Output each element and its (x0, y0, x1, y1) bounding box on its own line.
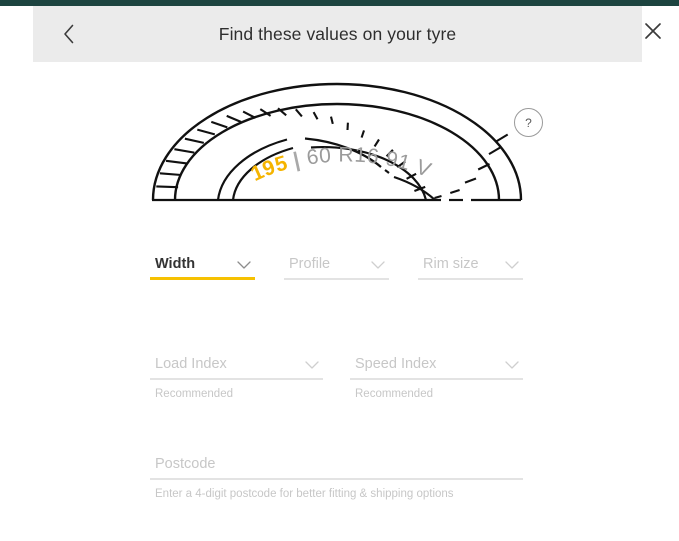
chevron-down-icon (305, 361, 319, 370)
postcode-label: Postcode (155, 456, 216, 472)
postcode-helper: Enter a 4-digit postcode for better fitt… (155, 488, 454, 500)
load-index-underline (150, 378, 323, 380)
load-index-label: Load Index (155, 356, 227, 372)
svg-text:195 | 60 R16 91 V: 195 | 60 R16 91 V (247, 143, 434, 186)
marking-width: 195 (247, 151, 290, 186)
rim-size-select[interactable]: Rim size (418, 252, 523, 280)
width-select[interactable]: Width (150, 252, 255, 280)
width-label: Width (155, 256, 196, 272)
load-index-helper: Recommended (155, 388, 233, 400)
rim-size-underline (418, 278, 523, 280)
speed-index-helper: Recommended (355, 388, 433, 400)
load-index-select[interactable]: Load Index Recommended (150, 352, 323, 400)
chevron-down-icon (237, 261, 251, 270)
width-underline (150, 277, 255, 280)
profile-underline (284, 278, 389, 280)
chevron-left-icon (63, 24, 75, 44)
speed-index-underline (350, 378, 523, 380)
chevron-down-icon (505, 361, 519, 370)
profile-label: Profile (289, 256, 331, 272)
close-icon (644, 22, 662, 40)
rim-size-label: Rim size (423, 256, 479, 272)
close-button[interactable] (638, 16, 668, 46)
speed-index-select[interactable]: Speed Index Recommended (350, 352, 523, 400)
chevron-down-icon (505, 261, 519, 270)
postcode-input[interactable]: Postcode Enter a 4-digit postcode for be… (150, 452, 523, 500)
help-button[interactable]: ? (514, 108, 543, 137)
back-button[interactable] (53, 18, 85, 50)
question-mark-icon: ? (525, 115, 532, 130)
speed-index-label: Speed Index (355, 356, 437, 372)
page-title: Find these values on your tyre (218, 24, 457, 44)
postcode-underline (150, 478, 523, 480)
modal-header: Find these values on your tyre (33, 6, 642, 62)
chevron-down-icon (371, 261, 385, 270)
profile-select[interactable]: Profile (284, 252, 389, 280)
tyre-sidewall-diagram: 195 | 60 R16 91 V (145, 78, 535, 208)
